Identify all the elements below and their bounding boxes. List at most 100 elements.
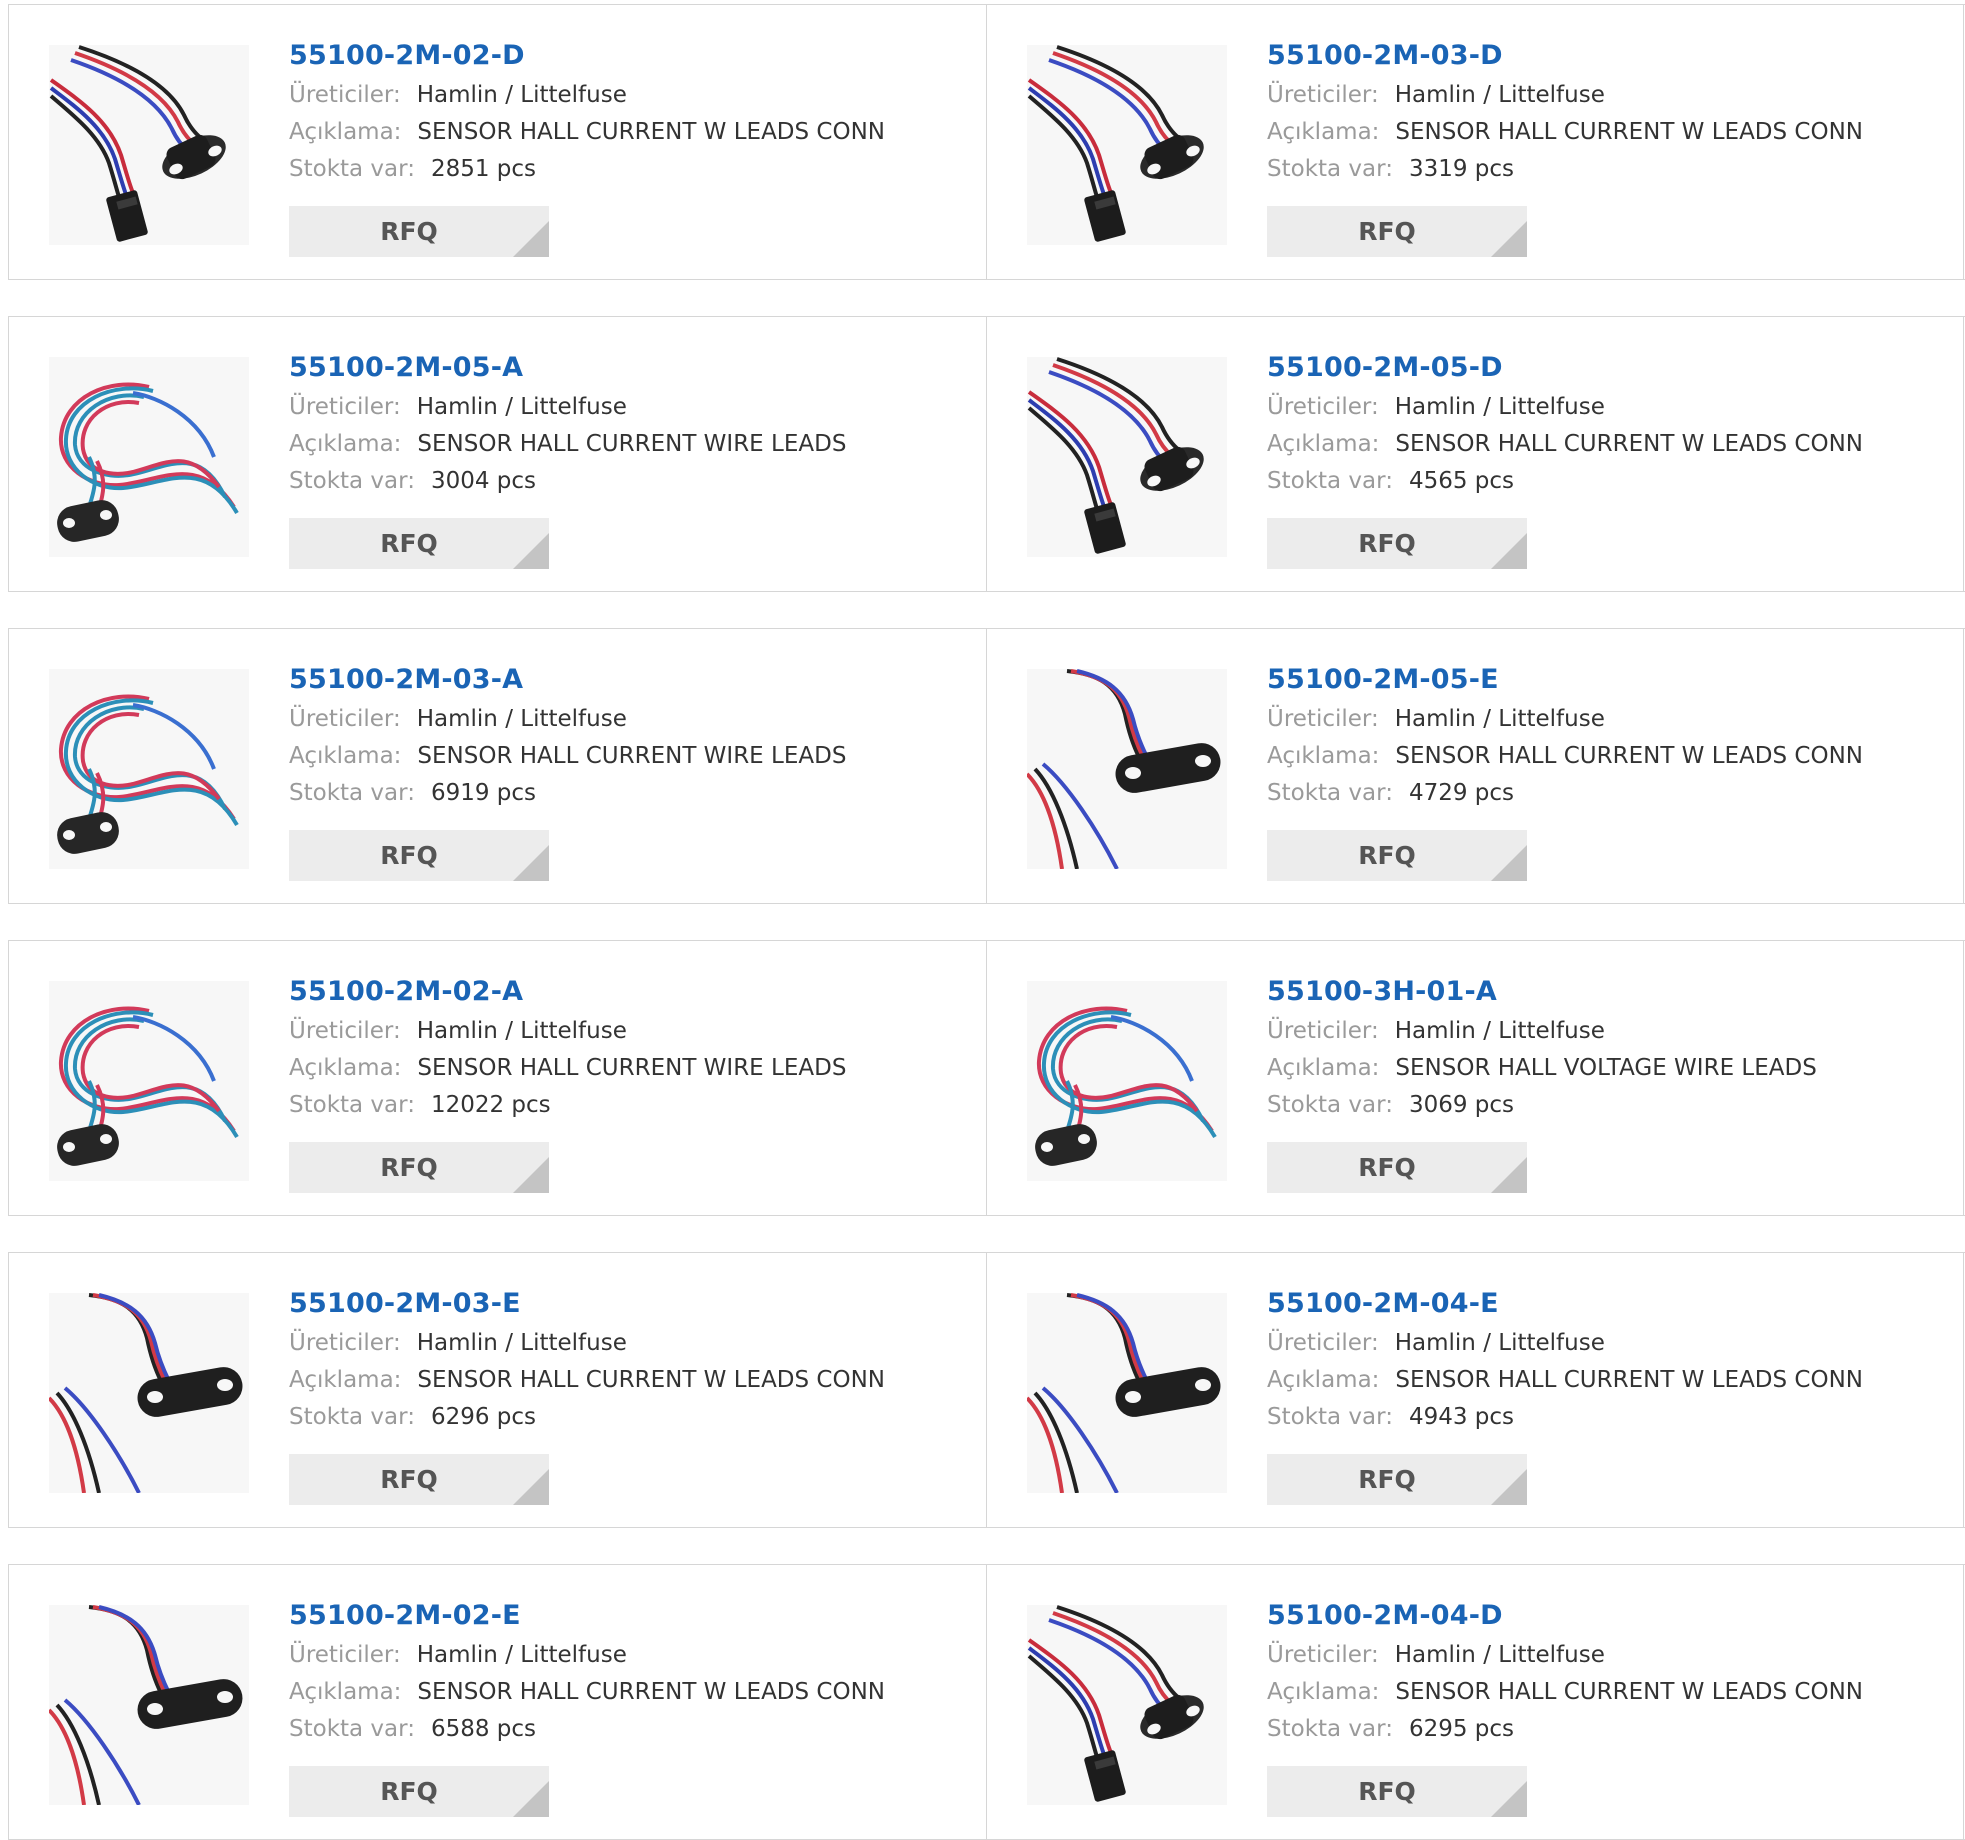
product-part-number-link[interactable]: 55100-2M-05-A [289,347,976,389]
rfq-button-label: RFQ [380,1465,438,1494]
connector-sensor-image[interactable] [49,45,249,245]
description-value: SENSOR HALL CURRENT WIRE LEADS [417,1055,847,1081]
product-part-number-link[interactable]: 55100-2M-02-A [289,971,976,1013]
manufacturer-value: Hamlin / Littelfuse [416,706,627,732]
product-part-number-link[interactable]: 55100-2M-05-E [1267,659,1953,701]
connector-sensor-image[interactable] [1027,357,1227,557]
rfq-button[interactable]: RFQ [289,830,549,881]
product-part-number-link[interactable]: 55100-3H-01-A [1267,971,1953,1013]
manufacturer-label: Üreticiler: [289,82,401,108]
product-info: 55100-2M-03-A Üreticiler: Hamlin / Littel… [289,659,976,812]
description-row: Açıklama: SENSOR HALL CURRENT W LEADS CON… [289,1674,976,1711]
product-row: 55100-2M-02-A Üreticiler: Hamlin / Littel… [8,940,1965,1216]
product-row: 55100-2M-05-A Üreticiler: Hamlin / Littel… [8,316,1965,592]
stock-row: Stokta var: 2851 pcs [289,151,976,188]
manufacturer-label: Üreticiler: [289,1642,401,1668]
rfq-button-label: RFQ [1358,529,1416,558]
manufacturer-row: Üreticiler: Hamlin / Littelfuse [289,77,976,114]
product-part-number-link[interactable]: 55100-2M-04-E [1267,1283,1953,1325]
connector-sensor-image[interactable] [1027,1605,1227,1805]
stock-row: Stokta var: 3004 pcs [289,463,976,500]
product-card: 55100-2M-05-D Üreticiler: Hamlin / Littel… [986,317,1964,591]
description-row: Açıklama: SENSOR HALL CURRENT WIRE LEADS [289,426,976,463]
product-part-number-link[interactable]: 55100-2M-02-D [289,35,976,77]
coiled-wire-sensor-image[interactable] [49,357,249,557]
product-part-number-link[interactable]: 55100-2M-03-A [289,659,976,701]
rfq-button[interactable]: RFQ [1267,1142,1527,1193]
manufacturer-label: Üreticiler: [289,1018,401,1044]
description-row: Açıklama: SENSOR HALL CURRENT WIRE LEADS [289,1050,976,1087]
description-label: Açıklama: [289,1367,402,1393]
stock-label: Stokta var: [1267,156,1393,182]
rfq-button-label: RFQ [1358,1777,1416,1806]
stock-row: Stokta var: 4943 pcs [1267,1399,1953,1436]
rfq-button[interactable]: RFQ [1267,206,1527,257]
stock-label: Stokta var: [289,1716,415,1742]
product-card: 55100-2M-02-A Üreticiler: Hamlin / Littel… [8,941,986,1215]
rfq-button[interactable]: RFQ [1267,518,1527,569]
description-row: Açıklama: SENSOR HALL CURRENT W LEADS CON… [1267,426,1953,463]
description-label: Açıklama: [289,1055,402,1081]
description-label: Açıklama: [1267,1055,1380,1081]
rfq-button[interactable]: RFQ [1267,830,1527,881]
manufacturer-row: Üreticiler: Hamlin / Littelfuse [1267,77,1953,114]
description-row: Açıklama: SENSOR HALL CURRENT WIRE LEADS [289,738,976,775]
description-value: SENSOR HALL CURRENT W LEADS CONN [1395,743,1864,769]
manufacturer-value: Hamlin / Littelfuse [416,1642,627,1668]
coiled-wire-sensor-image[interactable] [1027,981,1227,1181]
stock-value: 3004 pcs [430,468,537,494]
product-card: 55100-2M-02-E Üreticiler: Hamlin / Littel… [8,1565,986,1839]
product-part-number-link[interactable]: 55100-2M-04-D [1267,1595,1953,1637]
rfq-button[interactable]: RFQ [289,206,549,257]
product-grid: 55100-2M-02-D Üreticiler: Hamlin / Littel… [0,0,1965,1840]
open-lead-sensor-image[interactable] [47,1293,249,1494]
rfq-button[interactable]: RFQ [289,1766,549,1817]
rfq-button[interactable]: RFQ [1267,1766,1527,1817]
product-part-number-link[interactable]: 55100-2M-02-E [289,1595,976,1637]
rfq-button[interactable]: RFQ [289,518,549,569]
product-part-number-link[interactable]: 55100-2M-05-D [1267,347,1953,389]
product-info: 55100-3H-01-A Üreticiler: Hamlin / Littel… [1267,971,1953,1124]
rfq-button[interactable]: RFQ [1267,1454,1527,1505]
description-row: Açıklama: SENSOR HALL CURRENT W LEADS CON… [289,1362,976,1399]
description-label: Açıklama: [289,431,402,457]
stock-value: 3069 pcs [1408,1092,1515,1118]
stock-label: Stokta var: [1267,780,1393,806]
description-value: SENSOR HALL VOLTAGE WIRE LEADS [1395,1055,1817,1081]
connector-sensor-image[interactable] [1027,45,1227,245]
manufacturer-value: Hamlin / Littelfuse [1394,394,1605,420]
product-info: 55100-2M-03-D Üreticiler: Hamlin / Littel… [1267,35,1953,188]
stock-label: Stokta var: [289,156,415,182]
manufacturer-row: Üreticiler: Hamlin / Littelfuse [1267,389,1953,426]
stock-value: 4943 pcs [1408,1404,1515,1430]
rfq-button-label: RFQ [1358,1153,1416,1182]
product-info: 55100-2M-04-E Üreticiler: Hamlin / Littel… [1267,1283,1953,1436]
stock-row: Stokta var: 6588 pcs [289,1711,976,1748]
open-lead-sensor-image[interactable] [47,1605,249,1806]
manufacturer-row: Üreticiler: Hamlin / Littelfuse [1267,1013,1953,1050]
stock-label: Stokta var: [289,1404,415,1430]
description-row: Açıklama: SENSOR HALL CURRENT W LEADS CON… [1267,1362,1953,1399]
open-lead-sensor-image[interactable] [1025,669,1227,870]
description-value: SENSOR HALL CURRENT W LEADS CONN [1395,1367,1864,1393]
open-lead-sensor-image[interactable] [1025,1293,1227,1494]
description-value: SENSOR HALL CURRENT W LEADS CONN [417,1367,886,1393]
product-part-number-link[interactable]: 55100-2M-03-E [289,1283,976,1325]
product-info: 55100-2M-02-A Üreticiler: Hamlin / Littel… [289,971,976,1124]
description-label: Açıklama: [289,743,402,769]
coiled-wire-sensor-image[interactable] [49,669,249,869]
stock-row: Stokta var: 3069 pcs [1267,1087,1953,1124]
product-row: 55100-2M-02-D Üreticiler: Hamlin / Littel… [8,4,1965,280]
manufacturer-row: Üreticiler: Hamlin / Littelfuse [289,1325,976,1362]
coiled-wire-sensor-image[interactable] [49,981,249,1181]
manufacturer-label: Üreticiler: [289,394,401,420]
rfq-button[interactable]: RFQ [289,1454,549,1505]
manufacturer-label: Üreticiler: [1267,1642,1379,1668]
description-value: SENSOR HALL CURRENT WIRE LEADS [417,431,847,457]
rfq-button-label: RFQ [1358,1465,1416,1494]
product-card: 55100-3H-01-A Üreticiler: Hamlin / Littel… [986,941,1964,1215]
description-label: Açıklama: [1267,1367,1380,1393]
rfq-button[interactable]: RFQ [289,1142,549,1193]
rfq-corner-triangle [1491,1781,1527,1817]
product-part-number-link[interactable]: 55100-2M-03-D [1267,35,1953,77]
